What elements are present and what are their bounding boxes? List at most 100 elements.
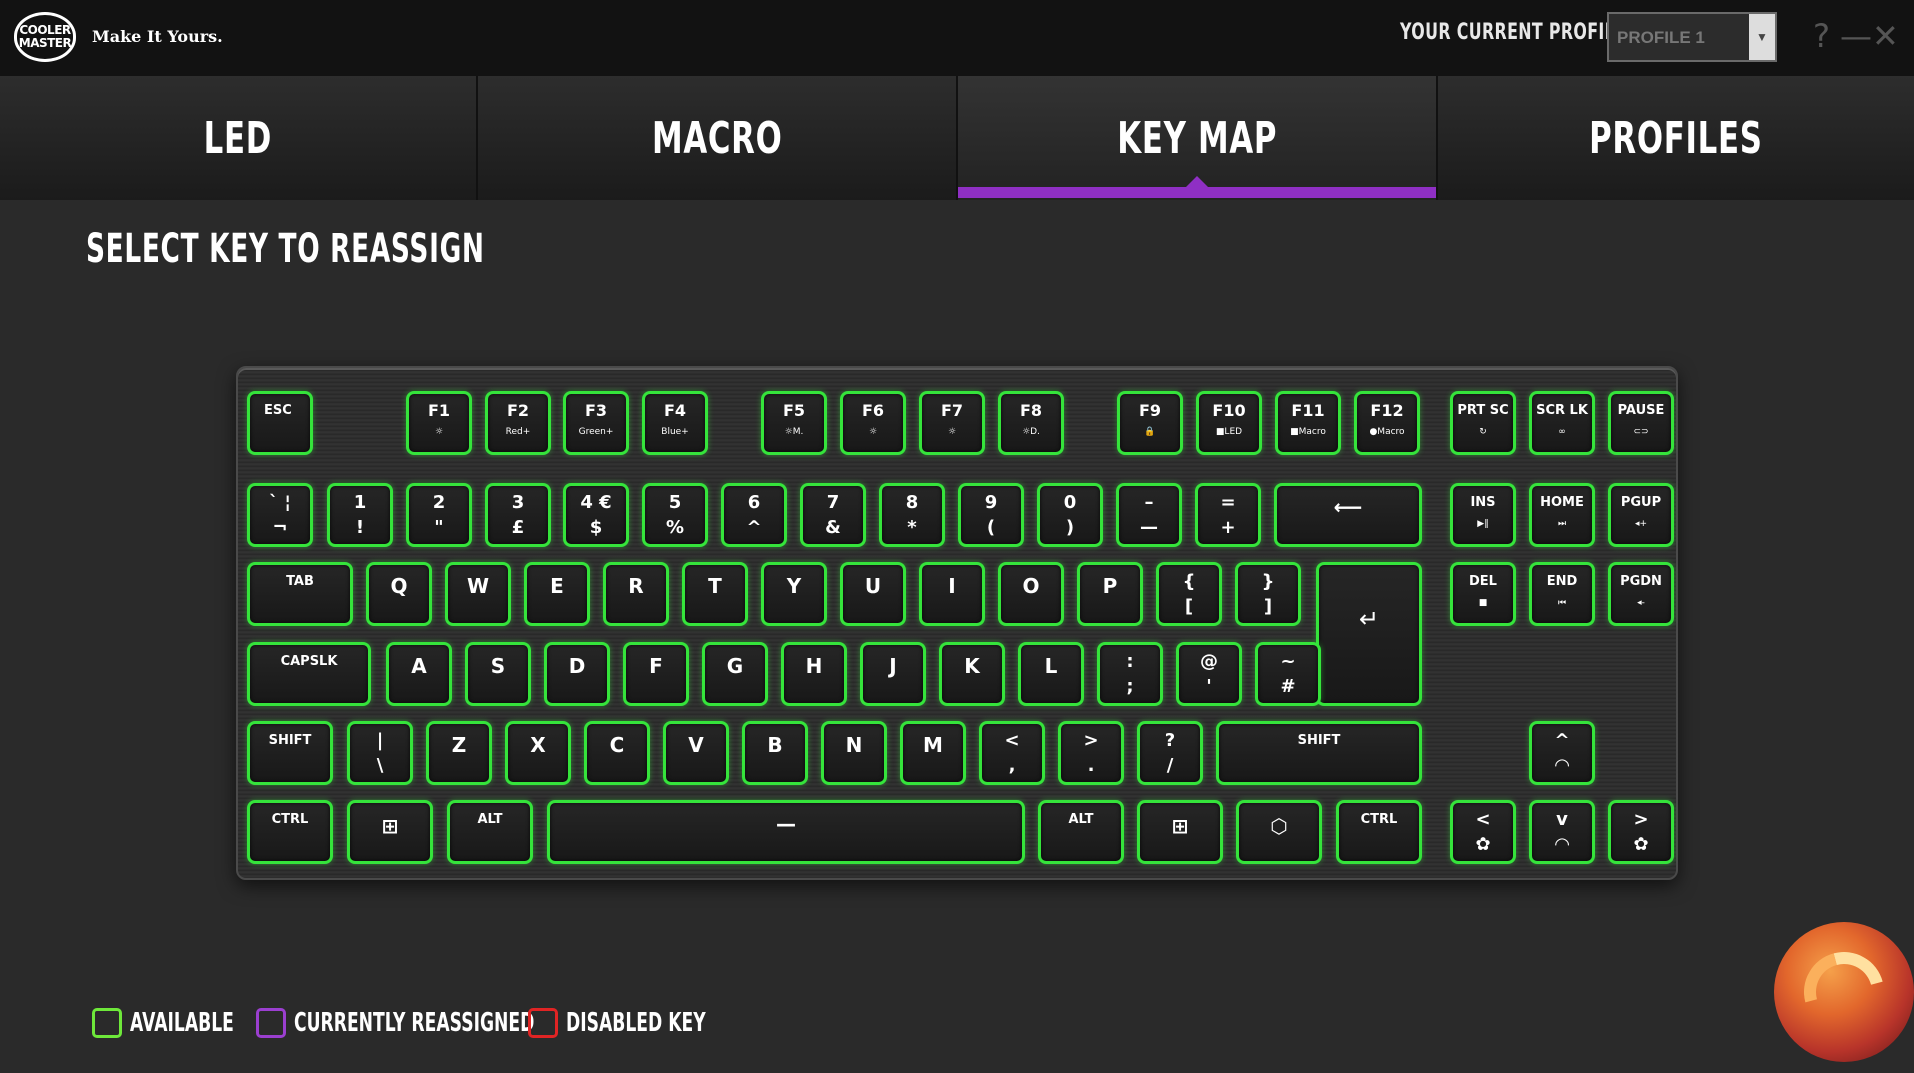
key-end[interactable]: END ⏮ — [1529, 562, 1595, 626]
key-f11[interactable]: F11 ■Macro — [1275, 391, 1341, 455]
key-j[interactable]: J — [860, 642, 926, 706]
key-semi[interactable]: :; — [1097, 642, 1163, 706]
key-left[interactable]: < ✿ — [1450, 800, 1516, 864]
key-f[interactable]: F — [623, 642, 689, 706]
key-lctrl[interactable]: CTRL — [247, 800, 333, 864]
key-up[interactable]: ^ ◠ — [1529, 721, 1595, 785]
close-icon[interactable]: ✕ — [1872, 18, 1899, 54]
tab-led[interactable]: LED — [0, 76, 478, 200]
key-equal[interactable]: = + — [1195, 483, 1261, 547]
key-backspace[interactable]: ⟵ — [1274, 483, 1422, 547]
key-f8[interactable]: F8 ☼D. — [998, 391, 1064, 455]
key-sublabel: ☼ — [868, 427, 878, 437]
key-pgup[interactable]: PGUP ◂+ — [1608, 483, 1674, 547]
key-ins[interactable]: INS ▶‖ — [1450, 483, 1516, 547]
key-k[interactable]: K — [939, 642, 1005, 706]
key-n1[interactable]: 1! — [327, 483, 393, 547]
key-label: INS — [1470, 495, 1496, 510]
key-d[interactable]: D — [544, 642, 610, 706]
key-comma[interactable]: <, — [979, 721, 1045, 785]
key-lshift[interactable]: SHIFT — [247, 721, 333, 785]
key-t[interactable]: T — [682, 562, 748, 626]
key-right[interactable]: > ✿ — [1608, 800, 1674, 864]
key-rctrl[interactable]: CTRL — [1336, 800, 1422, 864]
key-f9[interactable]: F9 🔒 — [1117, 391, 1183, 455]
key-quote[interactable]: @ ' — [1176, 642, 1242, 706]
key-f6[interactable]: F6 ☼ — [840, 391, 906, 455]
key-f4[interactable]: F4 Blue+ — [642, 391, 708, 455]
key-lbrace[interactable]: {[ — [1156, 562, 1222, 626]
key-p[interactable]: P — [1077, 562, 1143, 626]
key-q[interactable]: Q — [366, 562, 432, 626]
key-r[interactable]: R — [603, 562, 669, 626]
key-e[interactable]: E — [524, 562, 590, 626]
key-label: ⊞ — [1171, 814, 1189, 838]
key-enter[interactable]: ↵ — [1316, 562, 1422, 706]
key-x[interactable]: X — [505, 721, 571, 785]
key-f5[interactable]: F5 ☼M. — [761, 391, 827, 455]
key-n6[interactable]: 6 ^ — [721, 483, 787, 547]
key-f10[interactable]: F10 ■LED — [1196, 391, 1262, 455]
key-slash[interactable]: ? / — [1137, 721, 1203, 785]
key-prtsc[interactable]: PRT SC ↻ — [1450, 391, 1516, 455]
key-n[interactable]: N — [821, 721, 887, 785]
key-o[interactable]: O — [998, 562, 1064, 626]
key-esc[interactable]: ESC — [247, 391, 313, 455]
key-f7[interactable]: F7 ☼ — [919, 391, 985, 455]
key-hash[interactable]: ~ # — [1255, 642, 1321, 706]
key-space[interactable]: — — [547, 800, 1025, 864]
key-rbrace[interactable]: }] — [1235, 562, 1301, 626]
tab-profiles[interactable]: PROFILES — [1438, 76, 1914, 200]
key-lalt[interactable]: ALT — [447, 800, 533, 864]
key-n8[interactable]: 8 * — [879, 483, 945, 547]
key-rshift[interactable]: SHIFT — [1216, 721, 1422, 785]
key-l[interactable]: L — [1018, 642, 1084, 706]
key-y[interactable]: Y — [761, 562, 827, 626]
key-fn[interactable]: ⬡ — [1236, 800, 1322, 864]
profile-dropdown[interactable]: PROFILE 1 ▼ — [1607, 12, 1777, 62]
key-pgdn[interactable]: PGDN ◂- — [1608, 562, 1674, 626]
key-bslash[interactable]: | \ — [347, 721, 413, 785]
key-pause[interactable]: PAUSE ⊂⊃ — [1608, 391, 1674, 455]
key-f12[interactable]: F12 ●Macro — [1354, 391, 1420, 455]
key-i[interactable]: I — [919, 562, 985, 626]
key-u[interactable]: U — [840, 562, 906, 626]
key-period[interactable]: >. — [1058, 721, 1124, 785]
key-s[interactable]: S — [465, 642, 531, 706]
key-n3[interactable]: 3 £ — [485, 483, 551, 547]
key-scrlk[interactable]: SCR LK ∞ — [1529, 391, 1595, 455]
key-home[interactable]: HOME ⏭ — [1529, 483, 1595, 547]
key-f2[interactable]: F2 Red+ — [485, 391, 551, 455]
key-minus[interactable]: – — — [1116, 483, 1182, 547]
key-f1[interactable]: F1 ☼ — [406, 391, 472, 455]
chevron-down-icon[interactable]: ▼ — [1749, 14, 1775, 60]
key-capslk[interactable]: CAPSLK — [247, 642, 371, 706]
key-h[interactable]: H — [781, 642, 847, 706]
key-v[interactable]: V — [663, 721, 729, 785]
key-label: E — [550, 574, 564, 598]
key-down[interactable]: v ◠ — [1529, 800, 1595, 864]
key-m[interactable]: M — [900, 721, 966, 785]
key-n2[interactable]: 2 " — [406, 483, 472, 547]
key-c[interactable]: C — [584, 721, 650, 785]
key-n4[interactable]: 4 € $ — [563, 483, 629, 547]
help-icon[interactable]: ? — [1813, 18, 1830, 54]
key-g[interactable]: G — [702, 642, 768, 706]
key-z[interactable]: Z — [426, 721, 492, 785]
key-grave[interactable]: ` ¦ ¬ — [247, 483, 313, 547]
key-w[interactable]: W — [445, 562, 511, 626]
key-n9[interactable]: 9( — [958, 483, 1024, 547]
key-a[interactable]: A — [386, 642, 452, 706]
key-f3[interactable]: F3 Green+ — [563, 391, 629, 455]
key-ralt[interactable]: ALT — [1038, 800, 1124, 864]
key-b[interactable]: B — [742, 721, 808, 785]
key-lwin[interactable]: ⊞ — [347, 800, 433, 864]
key-n0[interactable]: 0) — [1037, 483, 1103, 547]
tab-macro[interactable]: MACRO — [478, 76, 958, 200]
key-n5[interactable]: 5% — [642, 483, 708, 547]
key-tab[interactable]: TAB — [247, 562, 353, 626]
key-rwin[interactable]: ⊞ — [1137, 800, 1223, 864]
minimize-icon[interactable]: — — [1840, 18, 1872, 54]
key-del[interactable]: DEL ■ — [1450, 562, 1516, 626]
key-n7[interactable]: 7 & — [800, 483, 866, 547]
